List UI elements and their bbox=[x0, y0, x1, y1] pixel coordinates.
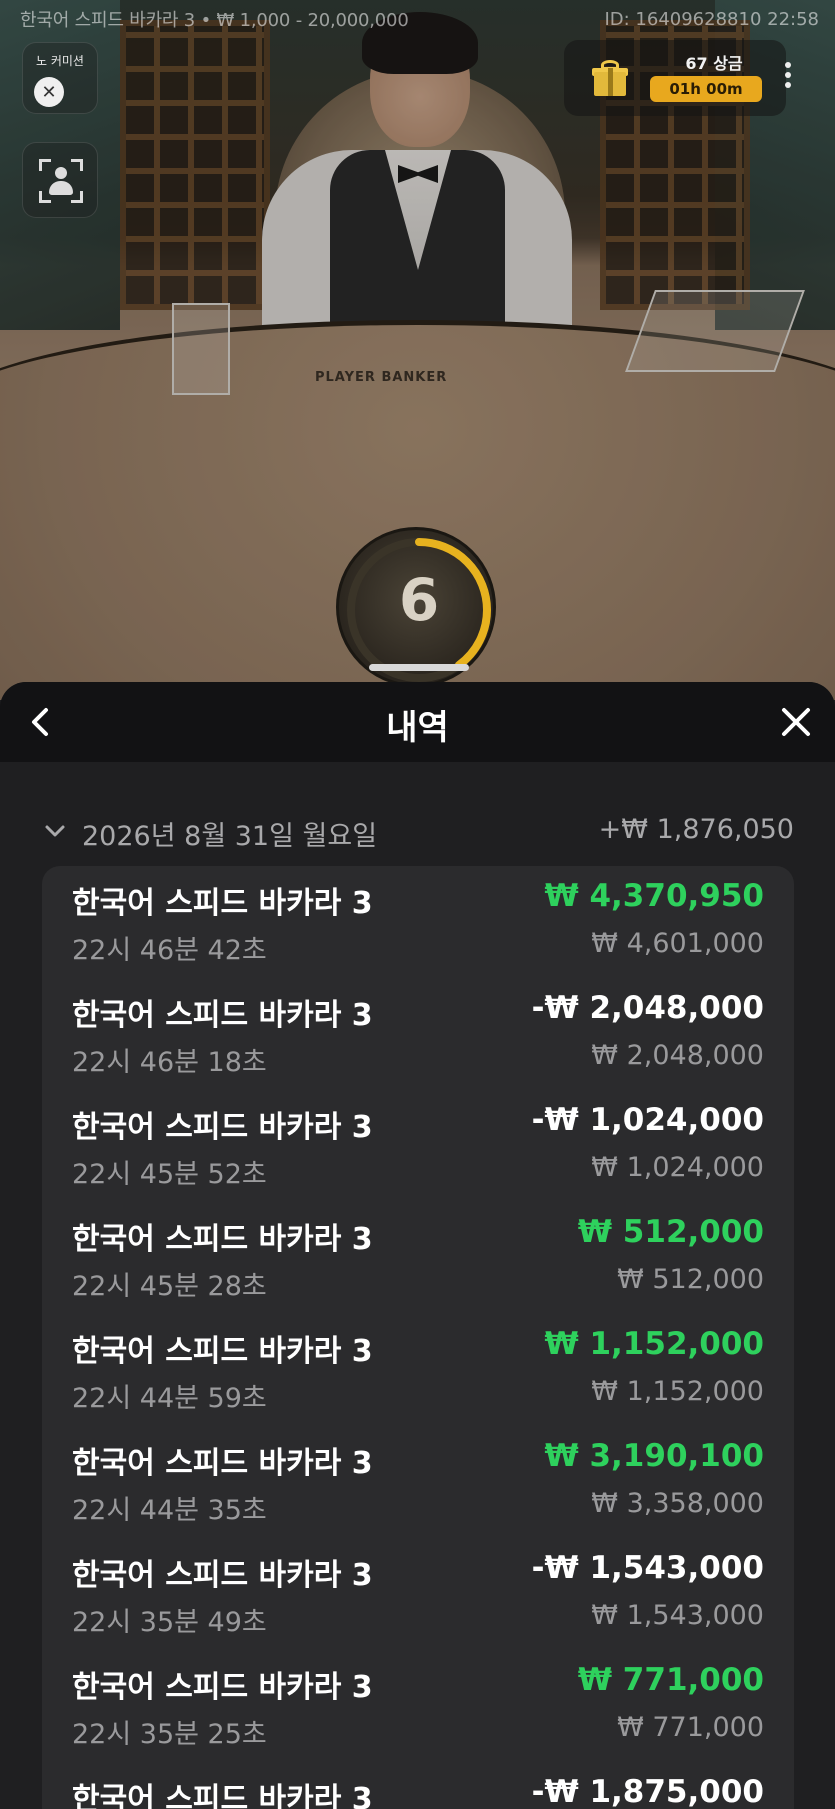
close-icon bbox=[782, 708, 810, 736]
history-sheet: 내역 2026년 8월 31일 월요일 +₩ 1,876,050 한국어 스피드… bbox=[0, 682, 835, 1809]
history-stake: ₩ 4,601,000 bbox=[591, 928, 764, 959]
prize-timer: 01h 00m bbox=[650, 76, 762, 102]
history-time: 22시 44분 59초 bbox=[72, 1383, 267, 1414]
chevron-down-icon bbox=[45, 825, 65, 837]
history-row[interactable]: 한국어 스피드 바카라 3 22시 35분 49초 -₩ 1,543,000 ₩ 1,… bbox=[42, 1538, 794, 1650]
history-amount: -₩ 2,048,000 bbox=[531, 990, 764, 1026]
history-time: 22시 35분 49초 bbox=[72, 1607, 267, 1638]
sheet-drag-handle[interactable] bbox=[369, 664, 469, 671]
history-stake: ₩ 2,048,000 bbox=[591, 1040, 764, 1071]
history-time: 22시 45분 52초 bbox=[72, 1159, 267, 1190]
history-stake: ₩ 1,152,000 bbox=[591, 1376, 764, 1407]
history-row[interactable]: 한국어 스피드 바카라 3 22시 46분 42초 ₩ 4,370,950 ₩ 4,6… bbox=[42, 866, 794, 978]
history-time: 22시 46분 42초 bbox=[72, 935, 267, 966]
history-amount: ₩ 4,370,950 bbox=[544, 878, 764, 914]
history-row[interactable]: 한국어 스피드 바카라 3 22시 44분 59초 ₩ 1,152,000 ₩ 1,1… bbox=[42, 1314, 794, 1426]
history-game-name: 한국어 스피드 바카라 3 bbox=[72, 1670, 373, 1705]
history-amount: -₩ 1,543,000 bbox=[531, 1550, 764, 1586]
sheet-title: 내역 bbox=[386, 708, 449, 748]
history-amount: ₩ 512,000 bbox=[577, 1214, 764, 1250]
history-stake: ₩ 512,000 bbox=[617, 1264, 764, 1295]
history-time: 22시 35분 25초 bbox=[72, 1719, 267, 1750]
date-label: 2026년 8월 31일 월요일 bbox=[82, 821, 378, 852]
round-id-time: ID: 16409628810 22:58 bbox=[604, 8, 819, 30]
history-list: 한국어 스피드 바카라 3 22시 46분 42초 ₩ 4,370,950 ₩ 4,6… bbox=[42, 866, 794, 1809]
history-stake: ₩ 771,000 bbox=[617, 1712, 764, 1743]
history-amount: -₩ 1,875,000 bbox=[531, 1774, 764, 1809]
history-game-name: 한국어 스피드 바카라 3 bbox=[72, 1446, 373, 1481]
history-amount: ₩ 1,152,000 bbox=[544, 1326, 764, 1362]
user-frame-icon bbox=[39, 159, 83, 203]
history-game-name: 한국어 스피드 바카라 3 bbox=[72, 1558, 373, 1593]
gift-icon bbox=[592, 60, 628, 98]
history-row[interactable]: 한국어 스피드 바카라 3 22시 46분 18초 -₩ 2,048,000 ₩ 2,… bbox=[42, 978, 794, 1090]
history-amount: ₩ 771,000 bbox=[577, 1662, 764, 1698]
prize-count: 67 상금 bbox=[685, 54, 743, 73]
date-group-header[interactable]: 2026년 8월 31일 월요일 +₩ 1,876,050 bbox=[42, 812, 794, 852]
history-game-name: 한국어 스피드 바카라 3 bbox=[72, 1782, 373, 1809]
history-time: 22시 45분 28초 bbox=[72, 1271, 267, 1302]
dealer-profile-button[interactable] bbox=[22, 142, 98, 218]
history-row[interactable]: 한국어 스피드 바카라 3 22시 45분 52초 -₩ 1,024,000 ₩ 1,… bbox=[42, 1090, 794, 1202]
history-game-name: 한국어 스피드 바카라 3 bbox=[72, 1222, 373, 1257]
history-amount: ₩ 3,190,100 bbox=[544, 1438, 764, 1474]
history-amount: -₩ 1,024,000 bbox=[531, 1102, 764, 1138]
history-stake: ₩ 1,024,000 bbox=[591, 1152, 764, 1183]
history-game-name: 한국어 스피드 바카라 3 bbox=[72, 998, 373, 1033]
sheet-header: 내역 bbox=[0, 682, 835, 762]
history-row[interactable]: 한국어 스피드 바카라 3 22시 35분 25초 ₩ 771,000 ₩ 771,0… bbox=[42, 1650, 794, 1762]
no-commission-label: 노 커미션 bbox=[36, 54, 84, 68]
history-time: 22시 46분 18초 bbox=[72, 1047, 267, 1078]
close-icon: ✕ bbox=[34, 77, 64, 107]
history-row[interactable]: 한국어 스피드 바카라 3 -₩ 1,875,000 bbox=[42, 1762, 794, 1809]
date-total: +₩ 1,876,050 bbox=[598, 814, 794, 845]
history-game-name: 한국어 스피드 바카라 3 bbox=[72, 1110, 373, 1145]
table-title: 한국어 스피드 바카라 3 • ₩ 1,000 - 20,000,000 bbox=[20, 10, 409, 31]
history-time: 22시 44분 35초 bbox=[72, 1495, 267, 1526]
history-row[interactable]: 한국어 스피드 바카라 3 22시 45분 28초 ₩ 512,000 ₩ 512,0… bbox=[42, 1202, 794, 1314]
prize-panel[interactable]: 67 상금 01h 00m bbox=[564, 40, 786, 116]
bet-countdown: 6 bbox=[336, 527, 496, 687]
history-stake: ₩ 3,358,000 bbox=[591, 1488, 764, 1519]
history-game-name: 한국어 스피드 바카라 3 bbox=[72, 1334, 373, 1369]
history-game-name: 한국어 스피드 바카라 3 bbox=[72, 886, 373, 921]
table-info-bar: 한국어 스피드 바카라 3 • ₩ 1,000 - 20,000,000 ID:… bbox=[20, 6, 819, 32]
history-row[interactable]: 한국어 스피드 바카라 3 22시 44분 35초 ₩ 3,190,100 ₩ 3,3… bbox=[42, 1426, 794, 1538]
no-commission-toggle[interactable]: 노 커미션 ✕ bbox=[22, 42, 98, 114]
history-stake: ₩ 1,543,000 bbox=[591, 1600, 764, 1631]
close-button[interactable] bbox=[774, 700, 818, 744]
more-options-icon[interactable] bbox=[783, 62, 793, 94]
countdown-seconds: 6 bbox=[398, 566, 440, 634]
